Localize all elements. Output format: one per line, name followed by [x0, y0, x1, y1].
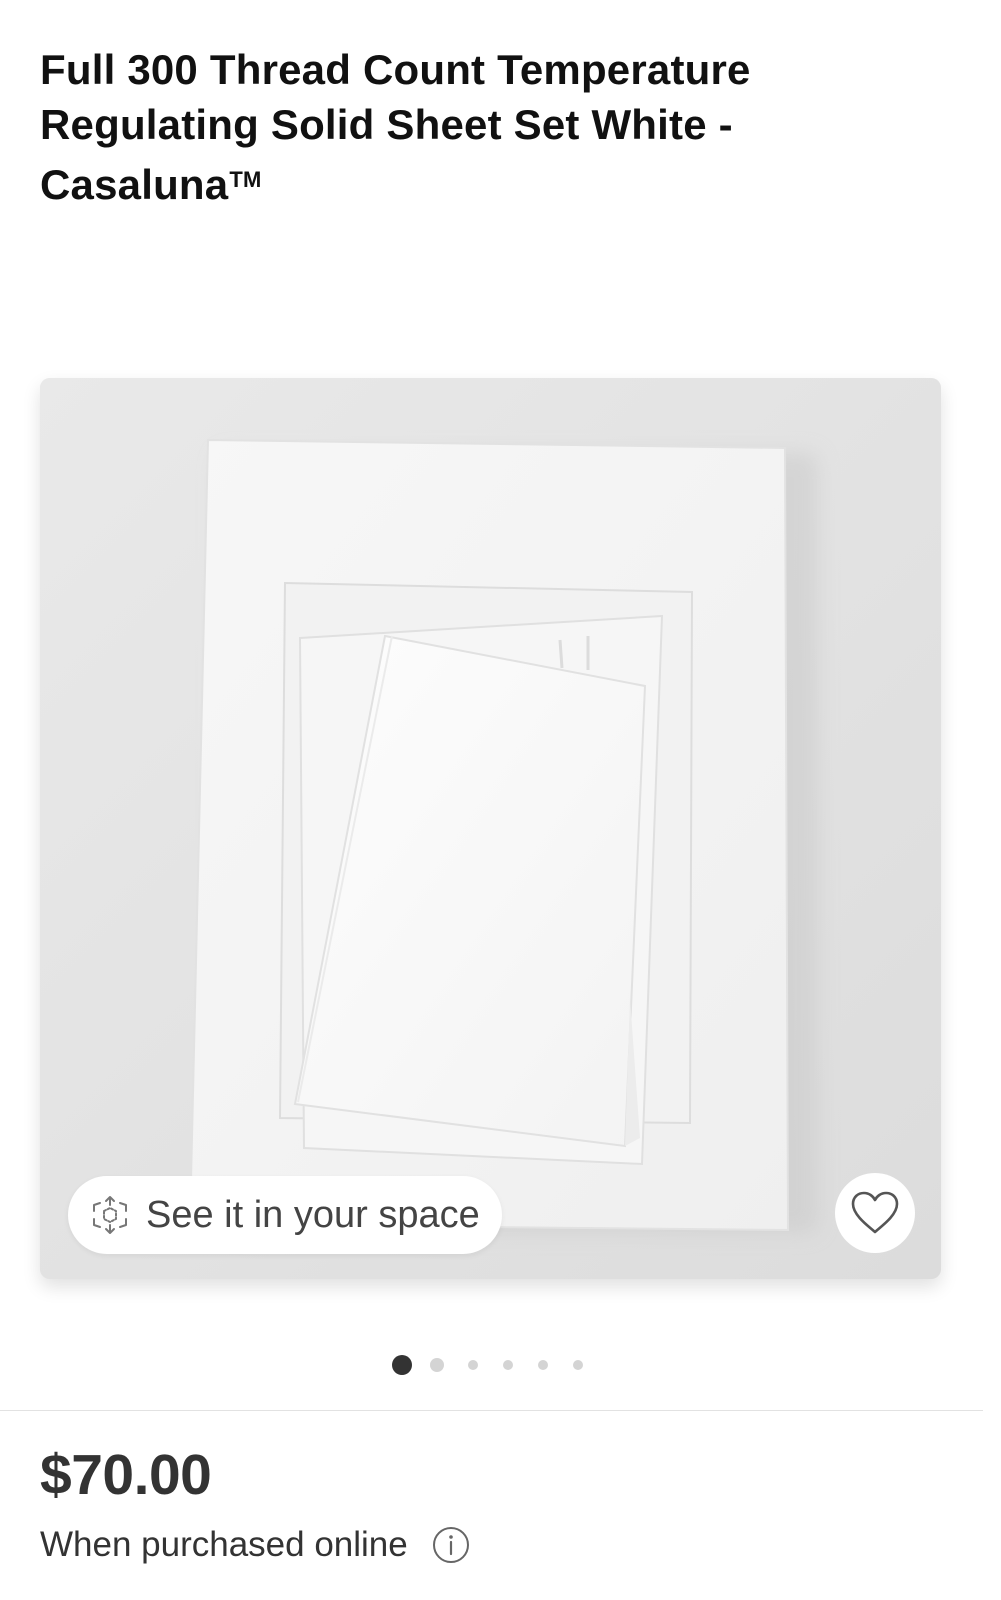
carousel-dot[interactable] — [538, 1360, 548, 1370]
see-it-in-your-space-label: See it in your space — [146, 1193, 480, 1236]
carousel-dot[interactable] — [503, 1360, 513, 1370]
product-image[interactable] — [40, 378, 941, 1279]
price-note: When purchased online — [40, 1525, 408, 1564]
heart-outline-icon — [851, 1191, 899, 1234]
carousel-dot[interactable] — [573, 1360, 583, 1370]
favorite-button[interactable] — [835, 1173, 915, 1253]
product-detail-page: Full 300 Thread Count Temperature Regula… — [0, 0, 1001, 1600]
trademark-mark: TM — [229, 167, 262, 192]
carousel-dot[interactable] — [468, 1360, 478, 1370]
see-it-in-your-space-button[interactable]: See it in your space — [68, 1176, 502, 1254]
info-circle-icon[interactable] — [432, 1526, 470, 1564]
price-note-row: When purchased online — [40, 1525, 470, 1565]
carousel-dot[interactable] — [430, 1358, 444, 1372]
ar-cube-icon — [93, 1196, 127, 1234]
carousel-dot-active[interactable] — [392, 1355, 412, 1375]
product-price: $70.00 — [40, 1443, 212, 1507]
product-image-gallery[interactable]: See it in your space — [40, 378, 941, 1279]
product-title-text: Full 300 Thread Count Temperature Regula… — [40, 46, 751, 208]
carousel-pagination — [0, 1354, 1001, 1378]
section-divider — [0, 1410, 983, 1411]
product-title: Full 300 Thread Count Temperature Regula… — [40, 42, 900, 212]
